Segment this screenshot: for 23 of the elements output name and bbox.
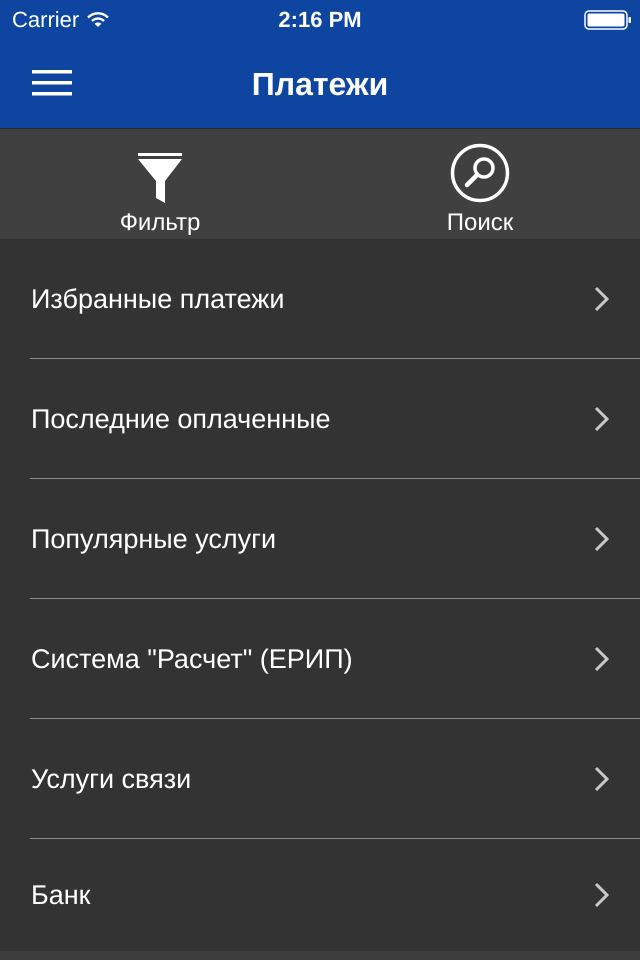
menu-item[interactable]: Банк [0, 839, 640, 951]
chevron-icon [594, 646, 610, 672]
menu-item[interactable]: Последние оплаченные [0, 359, 640, 479]
carrier-name: Carrier [12, 7, 80, 33]
funnel-icon [137, 153, 183, 203]
filter-button[interactable]: Фильтр [0, 129, 320, 239]
menu-icon [32, 70, 72, 96]
wifi-icon [87, 12, 110, 28]
screen-title: Платежи [252, 66, 388, 102]
menu-button[interactable] [32, 70, 72, 96]
chevron-icon [594, 882, 610, 908]
chevron-icon [594, 526, 610, 552]
chevron-icon [594, 766, 610, 792]
menu-item[interactable]: Избранные платежи [0, 239, 640, 359]
status-time: 2:16 PM [278, 7, 362, 33]
search-icon [450, 143, 510, 203]
chevron-icon [594, 286, 610, 312]
menu-item[interactable]: Система "Расчет" (ЕРИП) [0, 599, 640, 719]
search-button[interactable]: Поиск [320, 129, 640, 239]
chevron-icon [594, 406, 610, 432]
menu-item[interactable]: Популярные услуги [0, 479, 640, 599]
battery-icon [584, 10, 632, 30]
menu-item[interactable]: Услуги связи [0, 719, 640, 839]
